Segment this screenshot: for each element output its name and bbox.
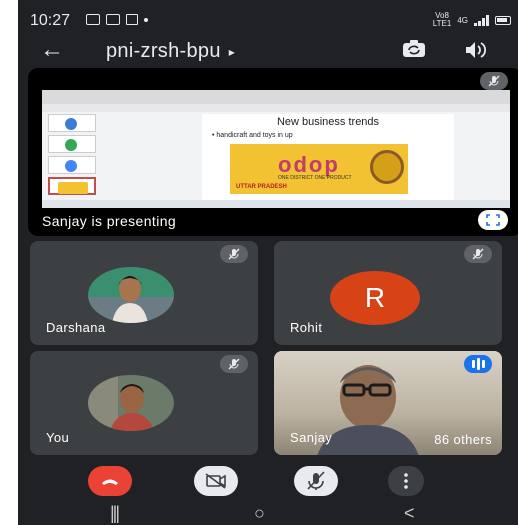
participant-name: You bbox=[46, 430, 70, 445]
end-call-icon bbox=[102, 479, 118, 485]
fullscreen-icon bbox=[486, 214, 500, 226]
presenter-label: Sanjay is presenting bbox=[42, 213, 177, 229]
windows-taskbar bbox=[42, 200, 510, 208]
signal-icon bbox=[474, 14, 489, 26]
banner-state: UTTAR PRADESH bbox=[236, 184, 287, 190]
recents-button[interactable]: ||| bbox=[110, 503, 120, 524]
mic-off-icon bbox=[228, 248, 240, 260]
more-vert-icon bbox=[404, 473, 408, 489]
shared-slide: New business trends • handicraft and toy… bbox=[42, 90, 510, 208]
others-count[interactable]: 86 others bbox=[434, 432, 492, 447]
mic-off-badge bbox=[220, 355, 248, 373]
mic-off-badge bbox=[480, 72, 508, 90]
screenshot-icon bbox=[86, 14, 100, 25]
mic-off-icon bbox=[228, 358, 240, 370]
end-call-button[interactable] bbox=[88, 466, 132, 496]
cast-icon bbox=[126, 14, 138, 25]
mic-off-icon bbox=[307, 471, 325, 490]
slide-thumbnails bbox=[48, 114, 100, 195]
avatar-initial: R bbox=[330, 271, 420, 325]
avatar bbox=[88, 375, 174, 431]
participant-tile-rohit[interactable]: R Rohit bbox=[274, 241, 502, 345]
slide-thumb bbox=[48, 135, 96, 153]
avatar bbox=[88, 267, 174, 323]
notification-icons bbox=[86, 14, 148, 25]
nav-back-button[interactable]: < bbox=[404, 503, 415, 524]
fullscreen-button[interactable] bbox=[478, 210, 508, 230]
clock: 10:27 bbox=[30, 12, 71, 29]
ppt-ribbon bbox=[42, 90, 510, 104]
volte-label: Vo8 LTE1 bbox=[432, 11, 452, 28]
speaker-icon[interactable] bbox=[464, 40, 488, 60]
mic-off-badge bbox=[464, 245, 492, 263]
status-bar: 10:27 Vo8 LTE1 4G bbox=[18, 8, 518, 36]
slide-canvas: New business trends • handicraft and toy… bbox=[202, 114, 454, 200]
banner-artwork bbox=[370, 150, 404, 184]
battery-icon bbox=[495, 15, 511, 25]
mic-off-button[interactable] bbox=[294, 466, 338, 496]
ppt-toolbar bbox=[42, 104, 510, 112]
participant-name: Darshana bbox=[46, 320, 106, 335]
participant-name: Sanjay bbox=[290, 430, 333, 445]
participant-tile-sanjay[interactable]: Sanjay 86 others bbox=[274, 351, 502, 455]
system-icons: Vo8 LTE1 4G bbox=[433, 12, 511, 28]
banner-subtitle: ONE DISTRICT ONE PRODUCT bbox=[278, 175, 352, 181]
slide-title: New business trends bbox=[276, 116, 380, 128]
slide-thumb bbox=[48, 114, 96, 132]
slide-thumb-selected bbox=[48, 177, 96, 195]
meeting-header: ← pni-zrsh-bpu ▸ bbox=[18, 38, 518, 66]
chevron-right-icon: ▸ bbox=[228, 44, 236, 59]
mic-off-badge bbox=[220, 245, 248, 263]
participant-tile-you[interactable]: You bbox=[30, 351, 258, 455]
meet-screen: 10:27 Vo8 LTE1 4G ← pni-zrsh-bpu ▸ New b… bbox=[18, 0, 518, 525]
presentation-tile[interactable]: New business trends • handicraft and toy… bbox=[28, 68, 518, 236]
switch-camera-icon[interactable] bbox=[402, 40, 426, 58]
speaking-indicator-icon bbox=[464, 355, 492, 373]
home-button[interactable]: ○ bbox=[254, 503, 265, 524]
network-type: 4G bbox=[457, 15, 468, 25]
participant-tile-darshana[interactable]: Darshana bbox=[30, 241, 258, 345]
participant-name: Rohit bbox=[290, 320, 323, 335]
mic-off-icon bbox=[488, 75, 500, 87]
gallery-icon bbox=[106, 14, 120, 25]
mic-off-icon bbox=[472, 248, 484, 260]
call-controls bbox=[18, 466, 518, 496]
odop-banner: odop ONE DISTRICT ONE PRODUCT UTTAR PRAD… bbox=[230, 144, 408, 194]
back-arrow-icon[interactable]: ← bbox=[40, 38, 64, 62]
camera-off-icon bbox=[205, 473, 226, 489]
more-options-button[interactable] bbox=[388, 466, 424, 496]
dot-icon bbox=[144, 18, 148, 22]
android-nav-bar: ||| ○ < bbox=[18, 503, 518, 525]
slide-bullet: • handicraft and toys in up bbox=[212, 132, 293, 139]
meeting-code[interactable]: pni-zrsh-bpu ▸ bbox=[106, 40, 235, 63]
slide-thumb bbox=[48, 156, 96, 174]
camera-off-button[interactable] bbox=[194, 466, 238, 496]
